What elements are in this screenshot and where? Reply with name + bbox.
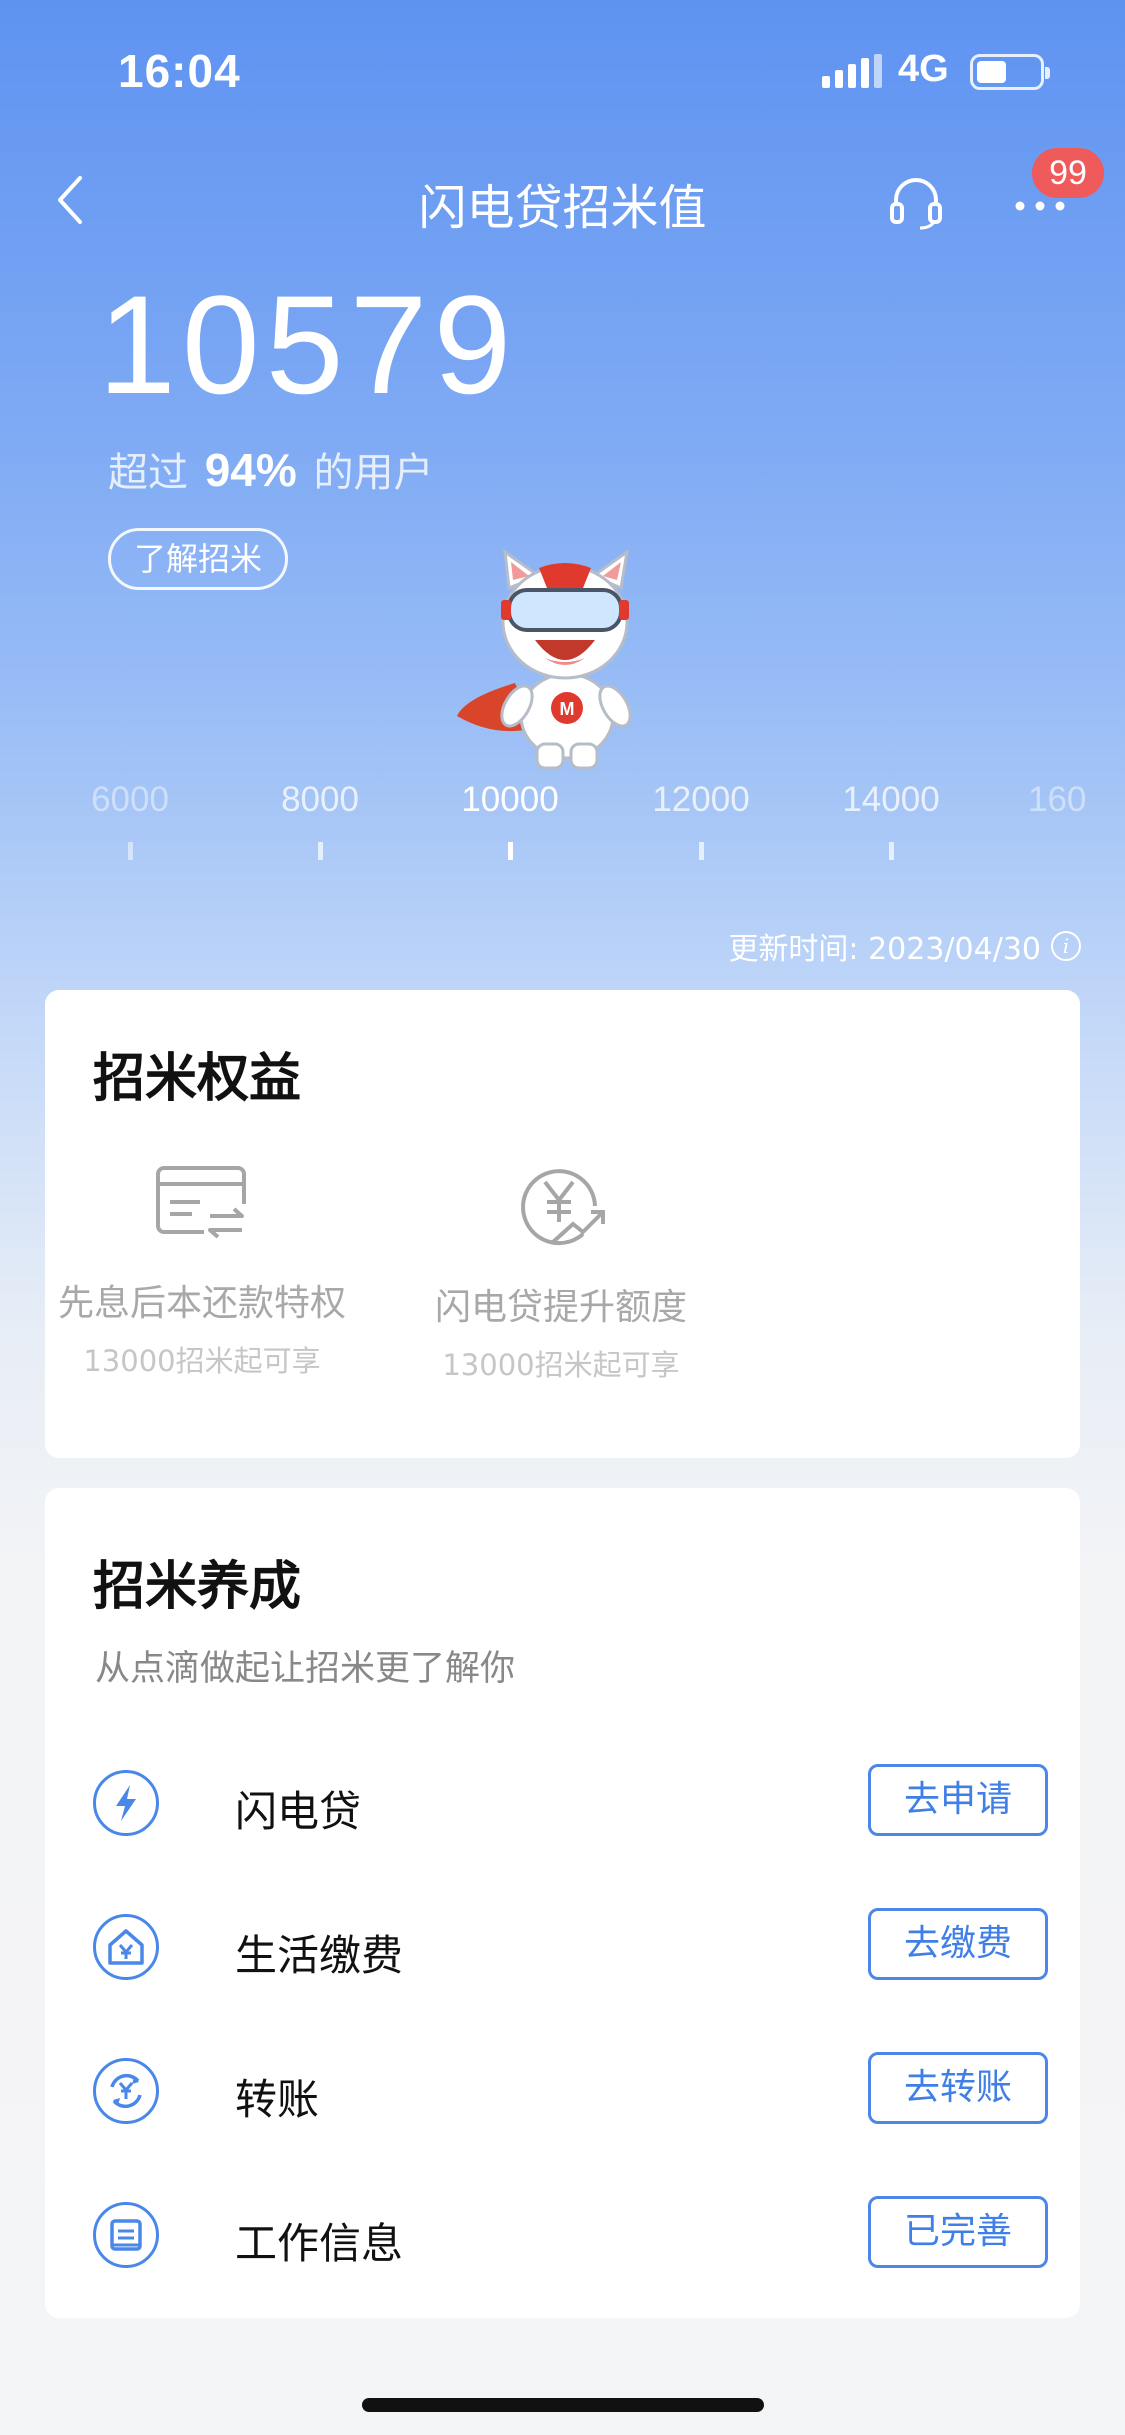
battery-icon [970,54,1050,90]
scale-tick-mark [127,842,133,860]
page-title: 闪电贷招米值 [418,180,707,236]
pay-bills-button[interactable]: 去缴费 [868,1908,1048,1980]
home-yen-icon [93,1914,159,1980]
task-label: 转账 [235,2075,320,2124]
task-label: 工作信息 [235,2219,404,2268]
learn-more-button[interactable]: 了解招米 [108,528,288,590]
scale-tick-label: 14000 [842,780,940,819]
nurture-subtitle: 从点滴做起让招米更了解你 [95,1649,516,1689]
task-row-work-info: 工作信息 已完善 [93,2192,1048,2282]
scale-tick-mark [698,842,704,860]
customer-service-button[interactable] [886,172,946,232]
scale-tick: 160 [1028,780,1088,820]
task-row-transfer: 转账 去转账 [93,2048,1048,2138]
scale-tick: 8000 [230,780,410,860]
scale-tick-mark [888,842,894,860]
task-row-flash-loan: 闪电贷 去申请 [93,1760,1048,1850]
info-icon[interactable]: i [1051,931,1081,961]
scale-tick-label: 8000 [281,780,359,819]
scale-tick: 12000 [611,780,791,860]
network-type: 4G [898,48,949,90]
rank-text: 超过 94% 的用户 [108,440,434,498]
benefit-name: 先息后本还款特权 [57,1283,346,1324]
nurture-card: 招米养成 从点滴做起让招米更了解你 闪电贷 去申请 生活缴费 去缴费 转账 去转… [45,1488,1080,2318]
scale-tick: 6000 [40,780,220,860]
benefit-item-credit-limit[interactable]: 闪电贷提升额度 13000招米起可享 [411,1162,711,1384]
card-transfer-icon [156,1166,248,1242]
yen-transfer-icon [93,2058,159,2124]
notification-badge: 99 [1032,148,1104,198]
benefits-title: 招米权益 [93,1049,302,1109]
benefit-name: 闪电贷提升额度 [434,1287,687,1328]
nav-bar: 闪电贷招米值 [0,150,1125,250]
rank-suffix: 的用户 [313,450,434,496]
apply-button[interactable]: 去申请 [868,1764,1048,1836]
mascot-illustration: M [455,548,665,773]
home-indicator[interactable] [362,2398,764,2412]
score-scale: 6000 8000 10000 12000 14000 160 [0,780,1125,880]
nurture-title: 招米养成 [93,1557,302,1617]
scale-tick-label: 10000 [461,780,559,819]
transfer-button[interactable]: 去转账 [868,2052,1048,2124]
scale-tick-current: 10000 [420,780,600,860]
svg-text:M: M [560,699,575,719]
benefit-item-repayment[interactable]: 先息后本还款特权 13000招米起可享 [52,1162,352,1380]
scale-tick-label: 6000 [91,780,169,819]
status-bar: 16:04 4G [0,0,1125,140]
rank-prefix: 超过 [108,450,188,496]
lightning-icon [93,1770,159,1836]
scale-tick-label: 12000 [652,780,750,819]
scale-tick-label: 160 [1028,780,1087,819]
scale-tick: 14000 [801,780,981,860]
headset-icon [890,178,942,230]
task-label: 闪电贷 [235,1787,362,1836]
signal-icon [822,54,882,88]
task-row-utility-payment: 生活缴费 去缴费 [93,1904,1048,1994]
benefit-note: 13000招米起可享 [83,1344,321,1378]
yen-up-icon [521,1169,605,1246]
work-info-completed-button[interactable]: 已完善 [868,2196,1048,2268]
benefit-note: 13000招米起可享 [442,1348,680,1382]
score-value: 10579 [98,266,518,423]
rank-percent: 94% [204,444,297,496]
update-time: 更新时间: 2023/04/30 i [728,924,1081,968]
status-time: 16:04 [118,45,241,97]
scale-tick-mark [507,842,513,860]
scale-tick-mark [317,842,323,860]
task-label: 生活缴费 [235,1931,404,1980]
document-icon [93,2202,159,2268]
update-time-label: 更新时间: 2023/04/30 [728,932,1041,967]
benefits-card: 招米权益 先息后本还款特权 13000招米起可享 闪电贷提升额度 13000招米… [45,990,1080,1458]
